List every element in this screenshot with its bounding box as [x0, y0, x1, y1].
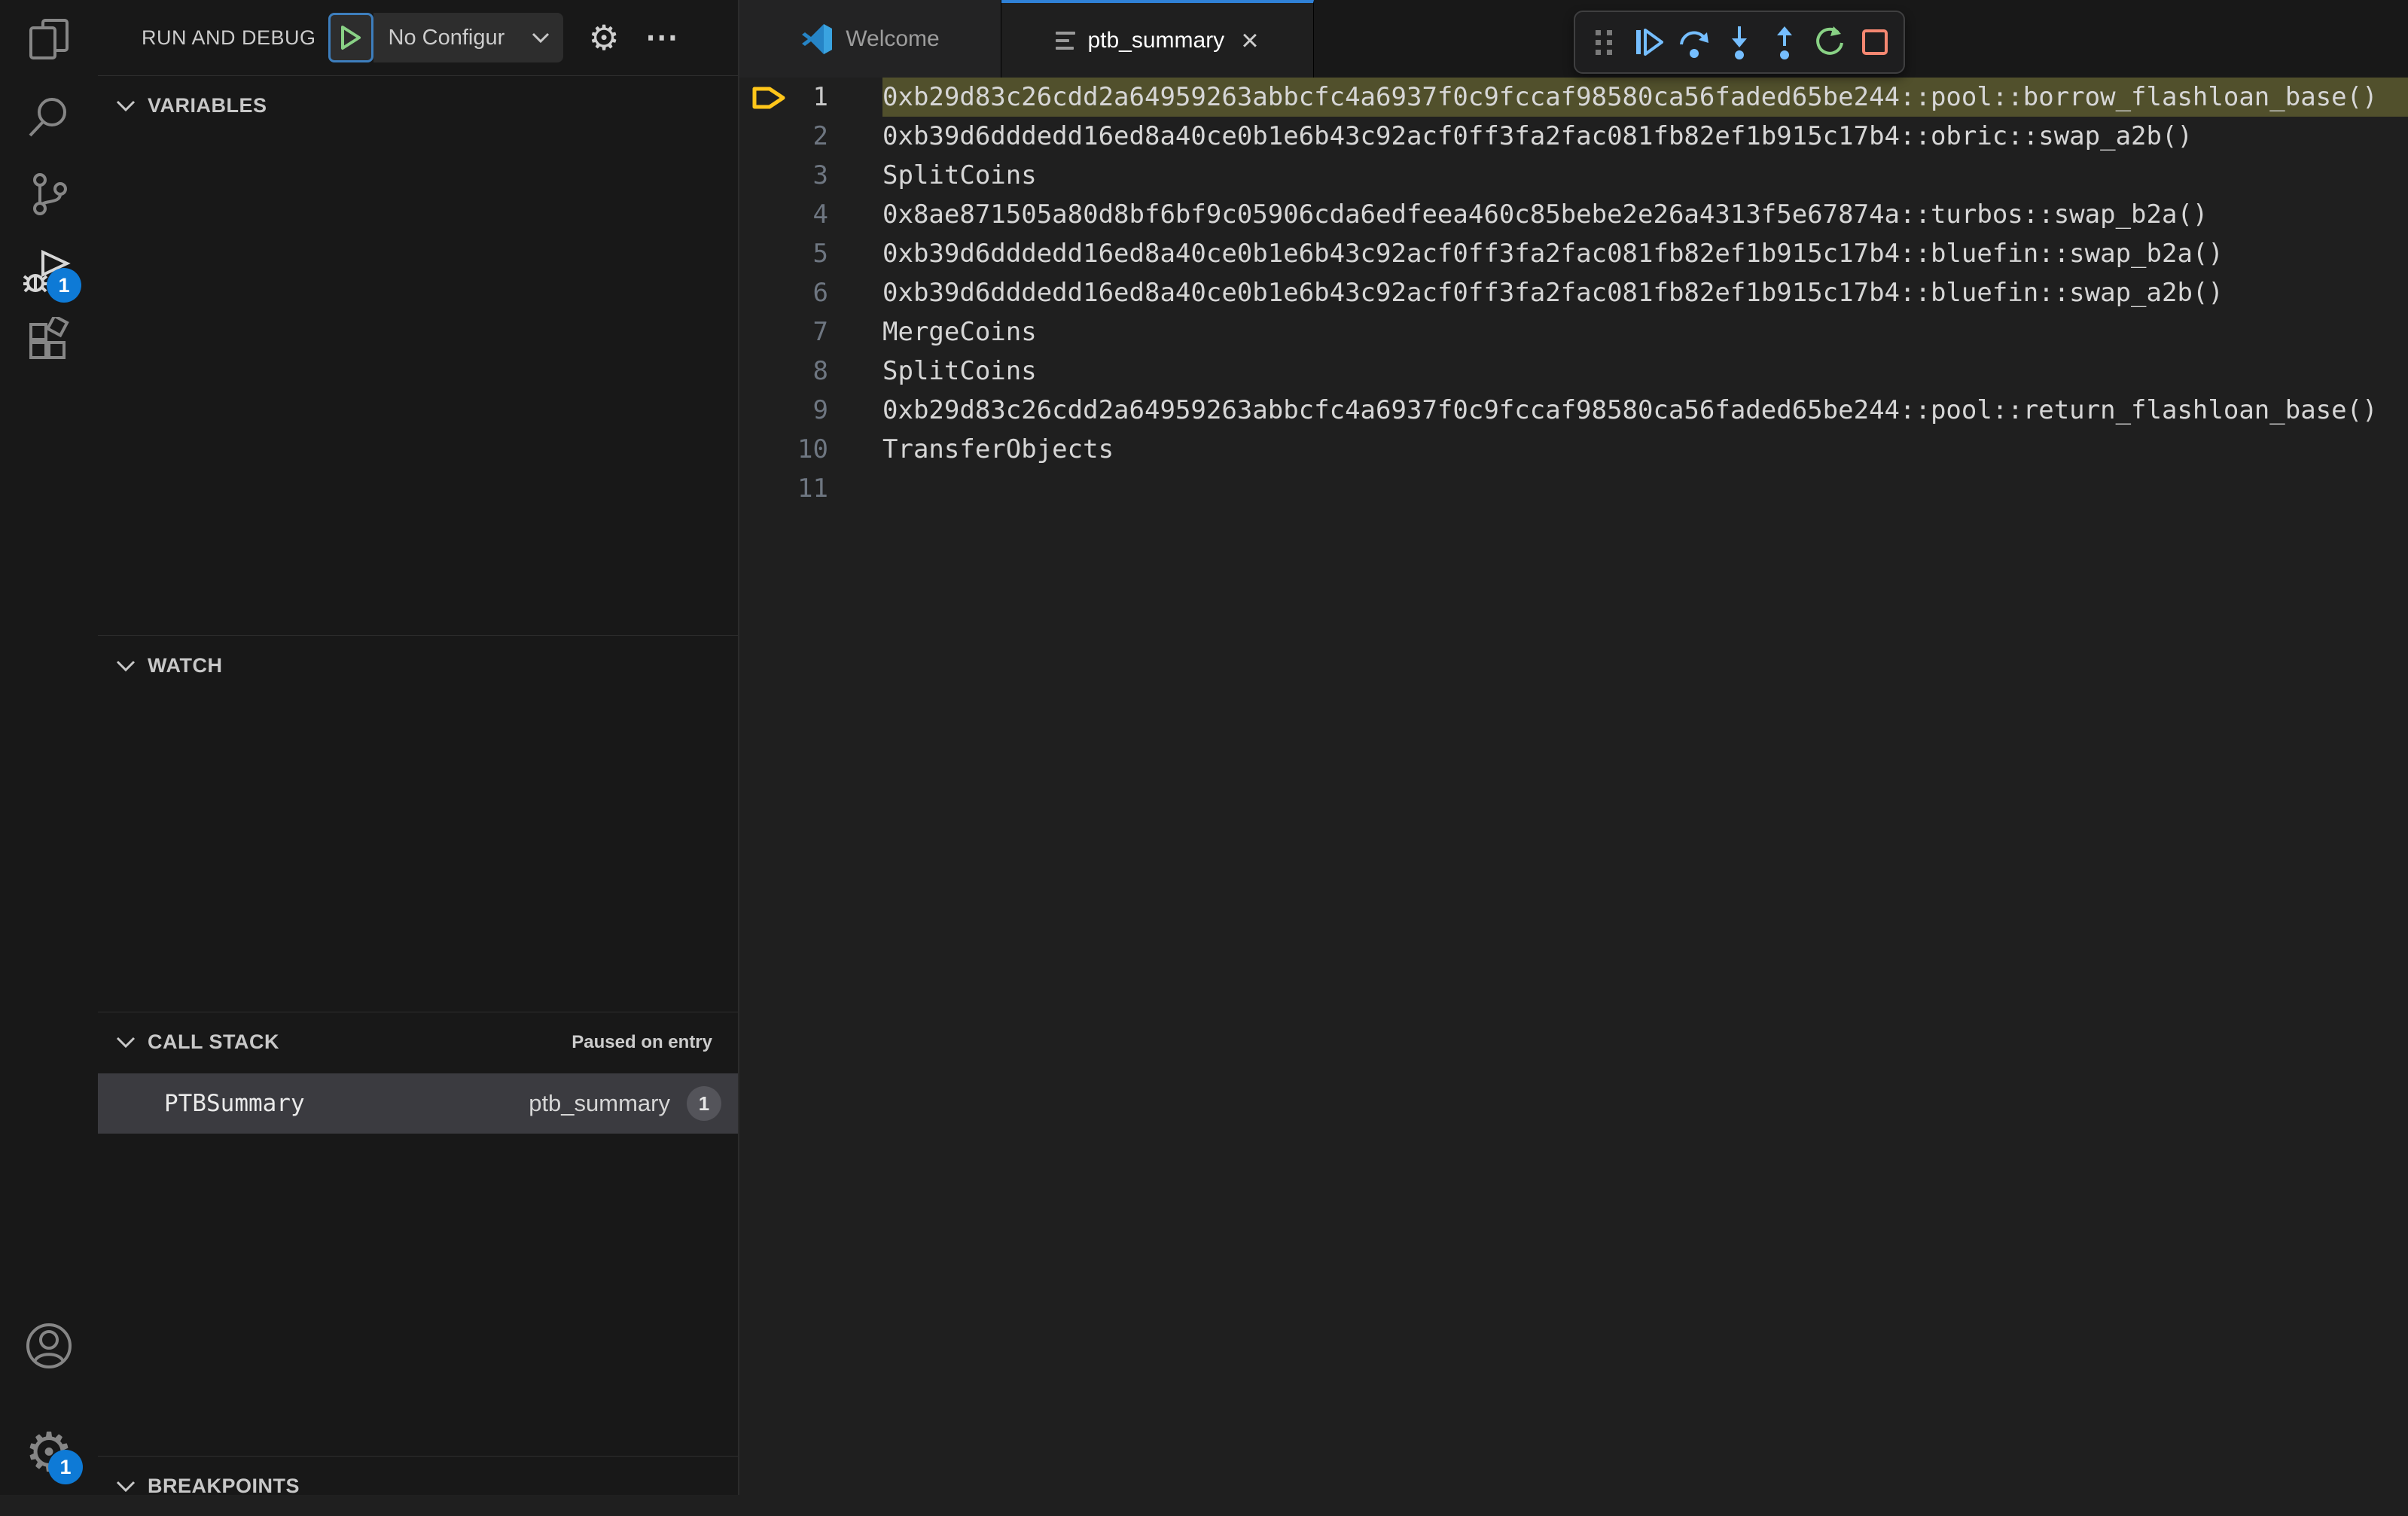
start-debugging-button[interactable]	[328, 13, 373, 62]
step-into-icon[interactable]	[1720, 20, 1759, 65]
code-line[interactable]: 7 MergeCoins	[739, 312, 2408, 352]
gutter[interactable]: 3	[739, 156, 882, 195]
code-line[interactable]: 3 SplitCoins	[739, 156, 2408, 195]
breakpoints-section-header[interactable]: BREAKPOINTS	[98, 1456, 738, 1516]
gutter[interactable]: 7	[739, 312, 882, 352]
config-label: No Configur	[388, 25, 505, 50]
settings-gear-icon[interactable]: ⚙	[0, 1414, 98, 1492]
run-and-debug-icon[interactable]	[0, 234, 98, 312]
debug-settings-gear-icon[interactable]: ⚙	[589, 20, 620, 55]
code-text: 0xb29d83c26cdd2a64959263abbcfc4a6937f0c9…	[882, 78, 2408, 117]
variables-section-label: VARIABLES	[148, 94, 267, 117]
restart-icon[interactable]	[1810, 20, 1849, 65]
code-line[interactable]: 11	[739, 469, 2408, 508]
editor-group: Welcome ptb_summary × 1 0xb29d83c26cdd2a…	[739, 0, 2408, 1495]
code-line[interactable]: 4 0x8ae871505a80d8bf6bf9c05906cda6edfeea…	[739, 195, 2408, 234]
gutter[interactable]: 5	[739, 234, 882, 273]
close-icon[interactable]: ×	[1241, 26, 1258, 56]
debug-launch-group: No Configur	[328, 13, 563, 62]
sidebar-title: RUN AND DEBUG	[142, 26, 316, 49]
watch-section-header[interactable]: WATCH	[98, 635, 738, 696]
gutter[interactable]: 10	[739, 430, 882, 469]
variables-section-header[interactable]: VARIABLES	[98, 75, 738, 135]
debug-configuration-dropdown[interactable]: No Configur	[373, 13, 563, 62]
chevron-down-icon	[532, 32, 549, 43]
call-stack-section-header[interactable]: CALL STACK Paused on entry	[98, 1012, 738, 1072]
line-number: 5	[812, 239, 828, 269]
extensions-icon[interactable]	[0, 302, 98, 380]
frame-file-name: ptb_summary	[529, 1090, 670, 1116]
line-number: 2	[812, 121, 828, 151]
code-text: 0xb39d6dddedd16ed8a40ce0b1e6b43c92acf0ff…	[882, 121, 2193, 151]
code-text: MergeCoins	[882, 317, 1037, 347]
step-over-icon[interactable]	[1675, 20, 1714, 65]
tab-welcome[interactable]: Welcome	[739, 0, 1001, 78]
play-icon	[340, 26, 361, 50]
line-number: 8	[812, 356, 828, 386]
call-stack-section-label: CALL STACK	[148, 1030, 279, 1053]
line-number: 4	[812, 199, 828, 230]
stop-icon[interactable]	[1855, 20, 1894, 65]
code-text: SplitCoins	[882, 356, 1037, 386]
code-text: 0x8ae871505a80d8bf6bf9c05906cda6edfeea46…	[882, 199, 2208, 230]
gutter[interactable]: 1	[739, 78, 882, 117]
code-line[interactable]: 1 0xb29d83c26cdd2a64959263abbcfc4a6937f0…	[739, 78, 2408, 117]
settings-count-badge: 1	[48, 1450, 83, 1484]
watch-section-label: WATCH	[148, 654, 223, 677]
gutter[interactable]: 8	[739, 352, 882, 391]
debug-count-badge: 1	[47, 268, 81, 303]
code-text: 0xb39d6dddedd16ed8a40ce0b1e6b43c92acf0ff…	[882, 278, 2224, 308]
gutter[interactable]: 11	[739, 469, 882, 508]
gutter[interactable]: 9	[739, 391, 882, 430]
code-line[interactable]: 2 0xb39d6dddedd16ed8a40ce0b1e6b43c92acf0…	[739, 117, 2408, 156]
gutter[interactable]: 2	[739, 117, 882, 156]
chevron-down-icon	[116, 1481, 136, 1492]
file-icon	[1056, 31, 1076, 50]
tab-ptb-summary-label: ptb_summary	[1087, 27, 1225, 53]
code-text: 0xb29d83c26cdd2a64959263abbcfc4a6937f0c9…	[882, 395, 2378, 425]
call-stack-frame-row[interactable]: PTBSummary ptb_summary 1	[98, 1073, 738, 1134]
explorer-icon[interactable]	[0, 1, 98, 79]
frame-line-badge: 1	[687, 1086, 721, 1121]
frame-name: PTBSummary	[164, 1090, 305, 1117]
chevron-down-icon	[116, 660, 136, 671]
code-line[interactable]: 9 0xb29d83c26cdd2a64959263abbcfc4a6937f0…	[739, 391, 2408, 430]
source-control-icon[interactable]	[0, 155, 98, 233]
code-text: 0xb39d6dddedd16ed8a40ce0b1e6b43c92acf0ff…	[882, 239, 2224, 269]
line-number: 9	[812, 395, 828, 425]
debug-toolbar	[1574, 11, 1905, 74]
continue-icon[interactable]	[1629, 20, 1669, 65]
line-number: 3	[812, 160, 828, 190]
vscode-logo-icon	[802, 23, 833, 54]
accounts-icon[interactable]	[0, 1307, 98, 1385]
toolbar-drag-handle-icon[interactable]	[1584, 20, 1623, 65]
sidebar-header: RUN AND DEBUG No Configur ⚙ ⋯	[98, 0, 738, 75]
tab-ptb-summary[interactable]: ptb_summary ×	[1001, 0, 1314, 78]
line-number: 6	[812, 278, 828, 308]
line-number: 10	[797, 434, 828, 464]
activity-bar: 1 ⚙ 1	[0, 0, 98, 1495]
line-number: 7	[812, 317, 828, 347]
more-actions-icon[interactable]: ⋯	[645, 21, 680, 53]
chevron-down-icon	[116, 100, 136, 111]
search-icon[interactable]	[0, 78, 98, 157]
tab-welcome-label: Welcome	[846, 26, 940, 51]
gutter[interactable]: 4	[739, 195, 882, 234]
code-editor[interactable]: 1 0xb29d83c26cdd2a64959263abbcfc4a6937f0…	[739, 78, 2408, 1495]
paused-status-text: Paused on entry	[572, 1031, 712, 1052]
code-line[interactable]: 10 TransferObjects	[739, 430, 2408, 469]
code-text: TransferObjects	[882, 434, 1114, 464]
chevron-down-icon	[116, 1037, 136, 1048]
step-out-icon[interactable]	[1765, 20, 1804, 65]
code-line[interactable]: 6 0xb39d6dddedd16ed8a40ce0b1e6b43c92acf0…	[739, 273, 2408, 312]
line-number: 11	[797, 473, 828, 504]
breakpoints-section-label: BREAKPOINTS	[148, 1475, 300, 1497]
current-stack-frame-arrow-icon	[752, 87, 785, 109]
gutter[interactable]: 6	[739, 273, 882, 312]
code-text: SplitCoins	[882, 160, 1037, 190]
run-and-debug-sidebar: RUN AND DEBUG No Configur ⚙ ⋯ VARIABLES	[98, 0, 739, 1497]
code-line[interactable]: 8 SplitCoins	[739, 352, 2408, 391]
code-line[interactable]: 5 0xb39d6dddedd16ed8a40ce0b1e6b43c92acf0…	[739, 234, 2408, 273]
